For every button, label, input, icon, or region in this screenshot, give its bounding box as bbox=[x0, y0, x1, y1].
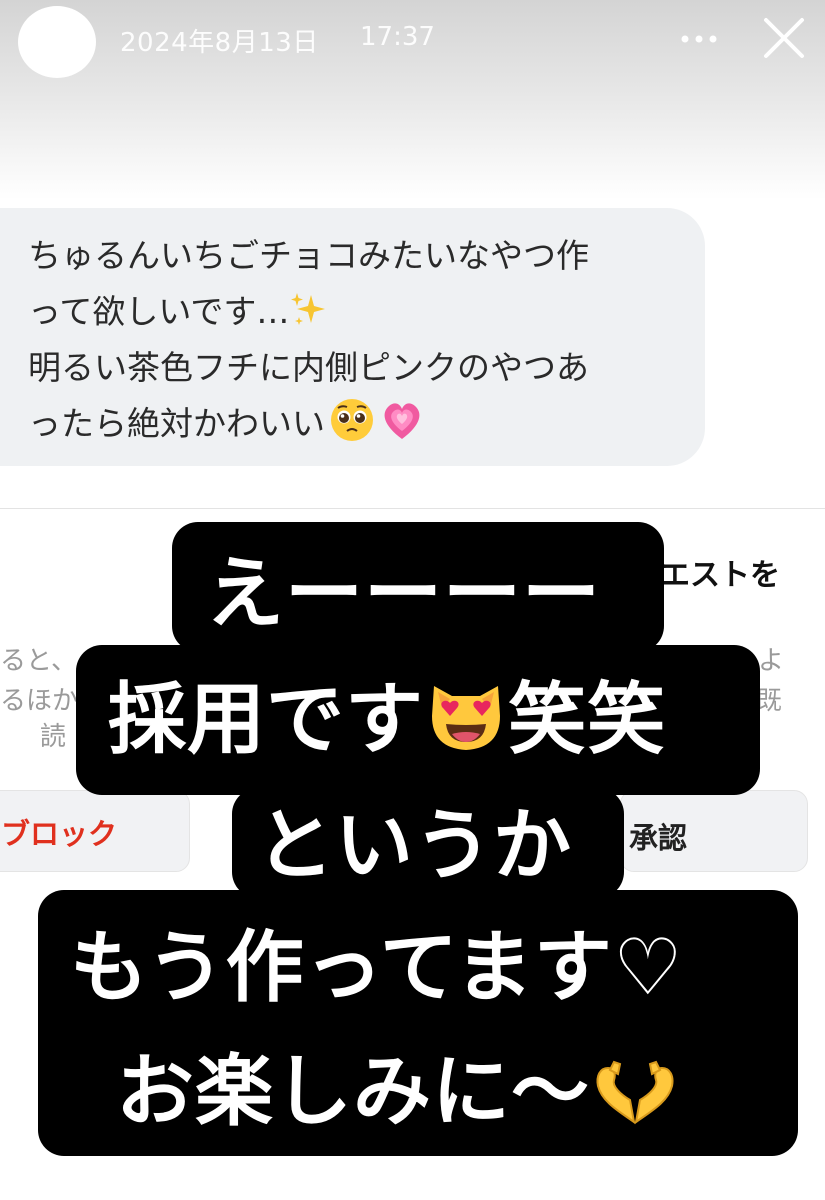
caption-line-3: というか bbox=[256, 801, 573, 891]
divider bbox=[0, 508, 825, 509]
message-bubble: ちゅるんいちごチョコみたいなやつ作 って欲しいです… 明るい茶色フチに内側ピンク… bbox=[0, 208, 705, 466]
request-heading: エストを bbox=[660, 558, 780, 593]
request-description-side-1: よ bbox=[758, 646, 785, 676]
avatar[interactable] bbox=[18, 6, 96, 78]
caption-line-5-text: お楽しみに〜 bbox=[116, 1047, 591, 1137]
heart-hands-icon bbox=[590, 1056, 680, 1148]
caption-line-4: もう作ってます♡ bbox=[70, 923, 684, 1013]
request-description-line-2: るほか bbox=[0, 686, 79, 716]
accept-button-label: 承認 bbox=[629, 821, 688, 855]
heart-eyes-cat-icon bbox=[424, 672, 508, 776]
message-line-3: 明るい茶色フチに内側ピンクのやつあ bbox=[28, 348, 589, 387]
message-line-4-wrap: ったら絶対かわいい bbox=[28, 396, 688, 452]
message-text: ちゅるんいちごチョコみたいなやつ作 って欲しいです… 明るい茶色フチに内側ピンク… bbox=[28, 228, 688, 452]
message-line-2: って欲しいです… bbox=[28, 292, 290, 331]
caption-line-2a: 採用です bbox=[108, 675, 425, 765]
more-options-button[interactable] bbox=[672, 14, 726, 62]
close-button[interactable] bbox=[756, 10, 812, 66]
caption-line-1: えーーーー bbox=[206, 549, 602, 639]
message-line-1: ちゅるんいちごチョコみたいなやつ作 bbox=[28, 236, 589, 275]
caption-line-2b: 笑笑 bbox=[508, 675, 667, 765]
sparkles-icon bbox=[289, 290, 327, 346]
block-button-label: ブロック bbox=[1, 817, 118, 851]
caption-line-2: 採用です 笑笑 bbox=[108, 672, 666, 776]
pleading-face-icon bbox=[329, 397, 375, 460]
message-line-2-wrap: って欲しいです… bbox=[28, 284, 688, 340]
request-description-line-1: ると、 bbox=[0, 646, 77, 676]
ellipsis-icon bbox=[681, 35, 717, 43]
story-time: 17:37 bbox=[360, 22, 435, 52]
caption-line-5: お楽しみに〜 bbox=[116, 1046, 680, 1148]
close-icon bbox=[764, 18, 804, 58]
block-button[interactable]: ブロック bbox=[0, 790, 190, 872]
story-date: 2024年8月13日 bbox=[120, 28, 319, 58]
growing-heart-icon bbox=[379, 397, 425, 460]
request-description-line-3: 読 bbox=[40, 722, 67, 752]
message-line-4: ったら絶対かわいい bbox=[28, 404, 325, 443]
accept-button[interactable]: 承認 bbox=[620, 790, 808, 872]
